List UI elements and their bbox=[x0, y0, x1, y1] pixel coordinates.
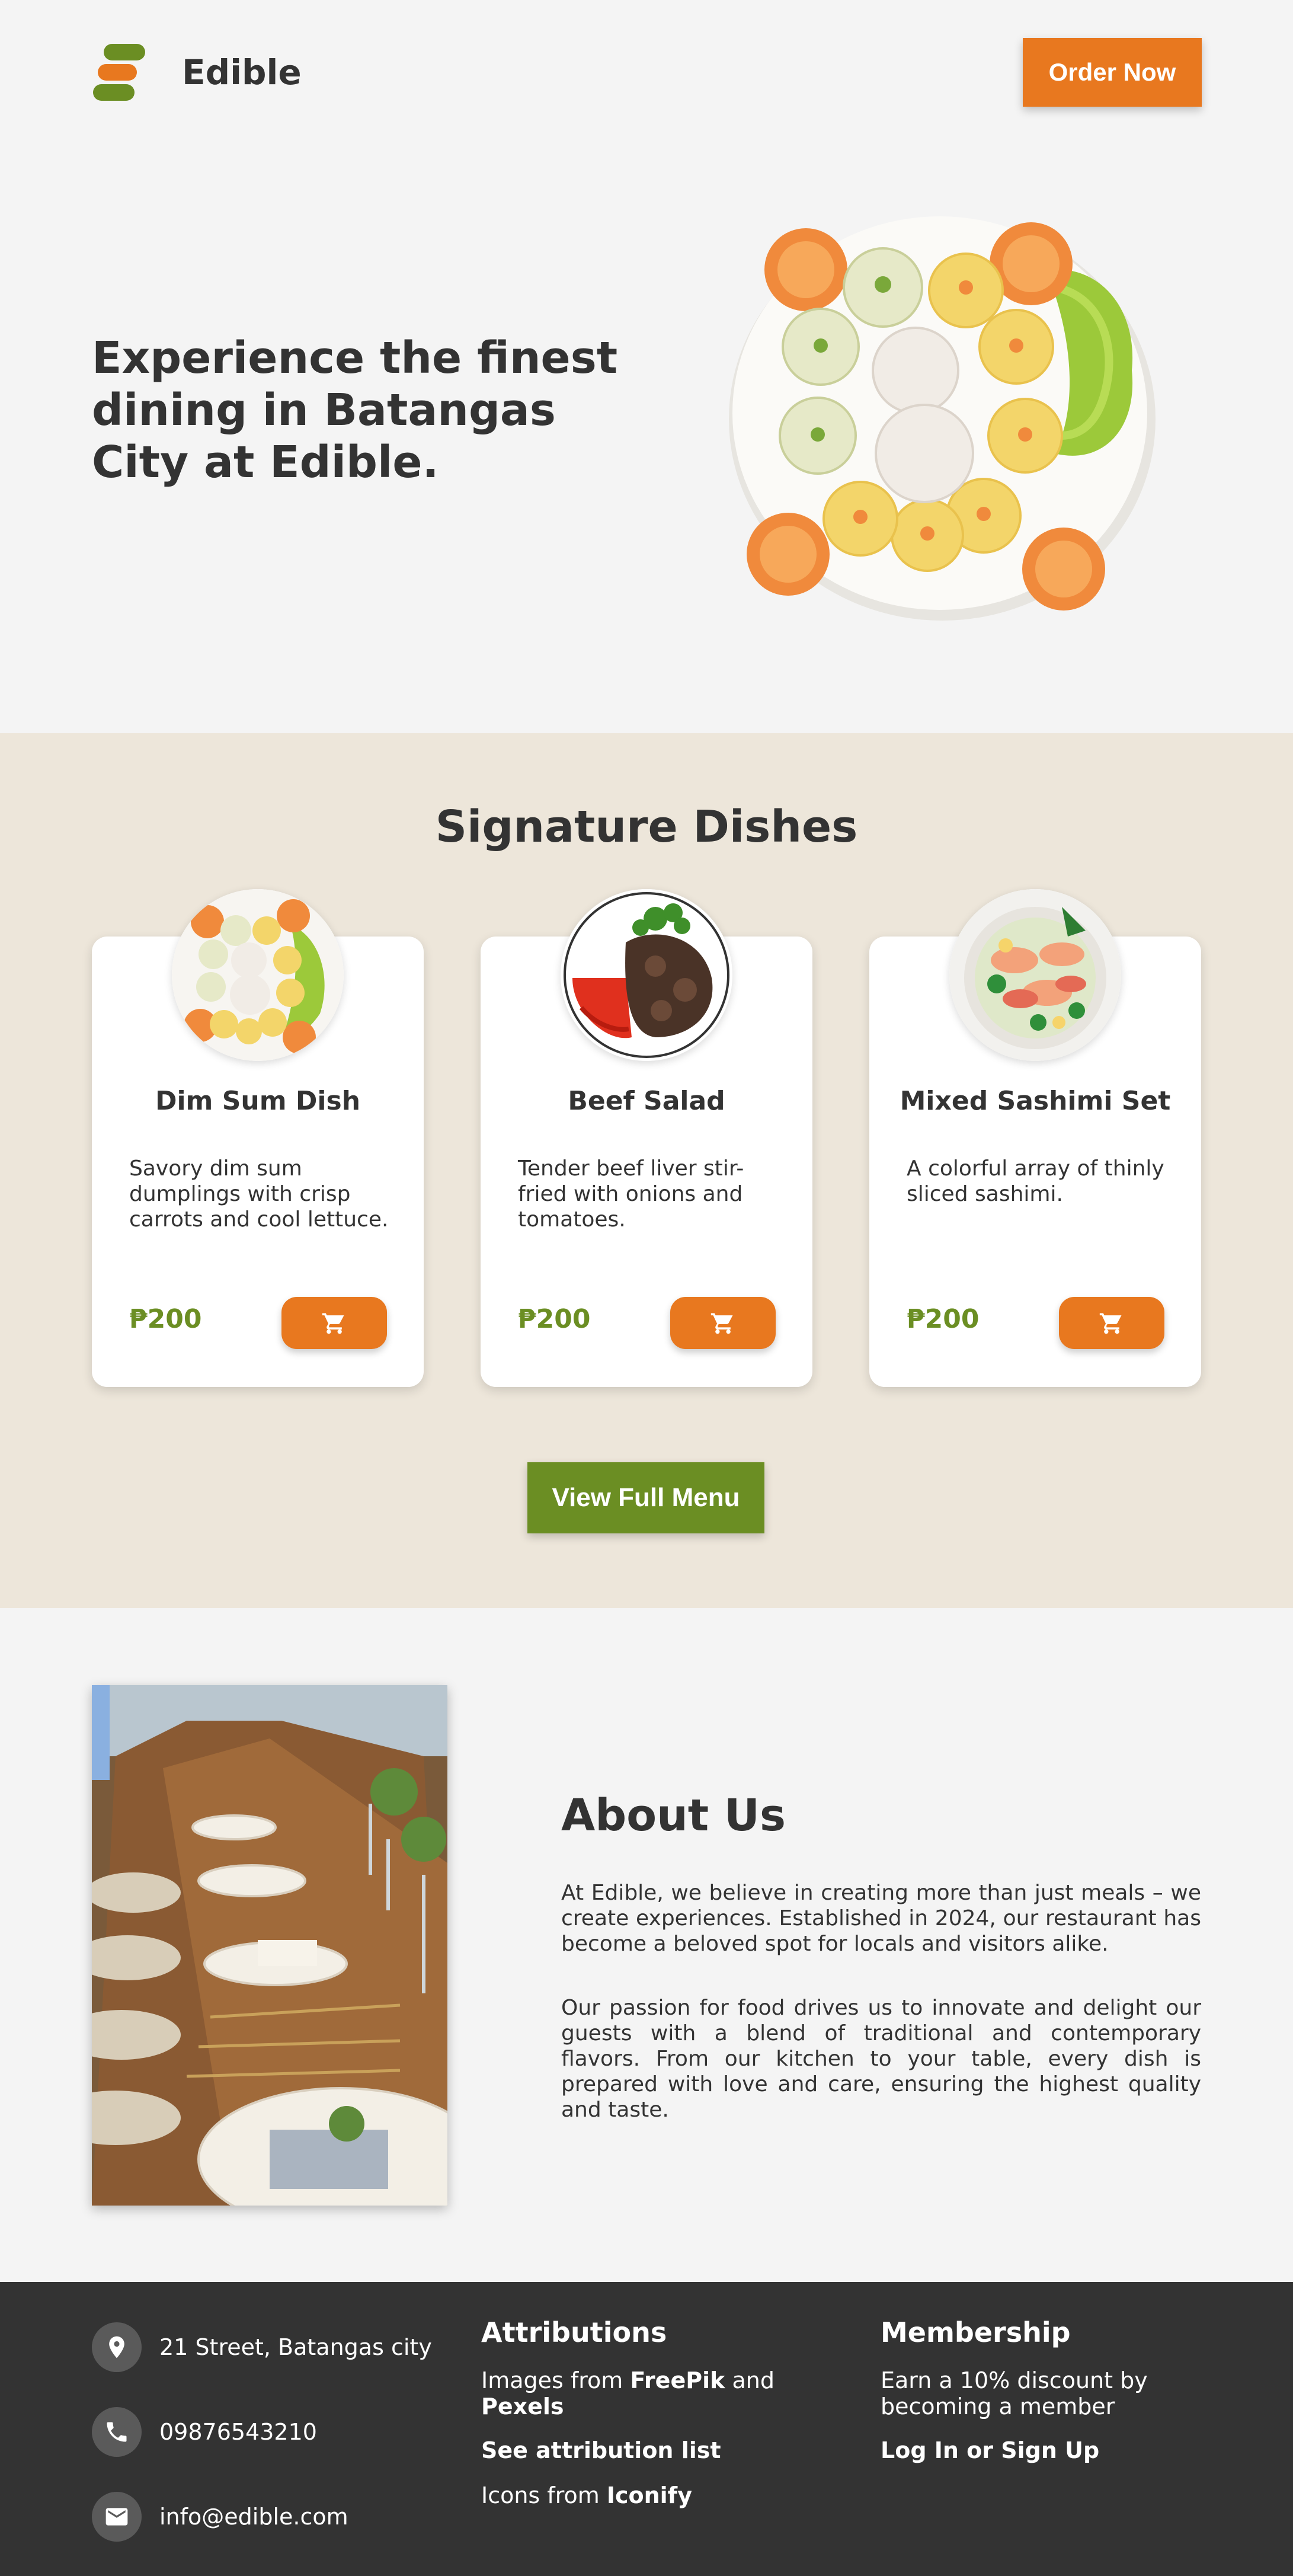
hero-title: Experience the finest dining in Batangas… bbox=[92, 333, 618, 488]
iconify-link[interactable]: Iconify bbox=[607, 2482, 692, 2508]
about-paragraph: At Edible, we believe in creating more t… bbox=[561, 1881, 1201, 1956]
site-header: Edible Order Now bbox=[0, 0, 1293, 142]
contact-address: 21 Street, Batangas city bbox=[92, 2322, 432, 2372]
dish-price: ₱200 bbox=[518, 1304, 591, 1334]
dim-sum-plate-image bbox=[172, 889, 344, 1061]
cart-icon bbox=[710, 1313, 733, 1334]
membership-text: Earn a 10% discount by becoming a member bbox=[881, 2367, 1148, 2420]
hero-dim-sum-image bbox=[729, 216, 1156, 621]
contact-text: 21 Street, Batangas city bbox=[159, 2334, 432, 2360]
dish-description: Tender beef liver stir-fried with onions… bbox=[518, 1156, 744, 1232]
section-title: Signature Dishes bbox=[435, 801, 858, 852]
dining-table-image bbox=[92, 1685, 447, 2206]
freepik-link[interactable]: FreePik bbox=[630, 2367, 725, 2393]
brand-name: Edible bbox=[182, 52, 302, 92]
icon-attribution: Icons from Iconify bbox=[481, 2482, 692, 2508]
contact-text: 09876543210 bbox=[159, 2419, 317, 2445]
sashimi-bowl-image bbox=[949, 889, 1121, 1061]
attribution-list-link[interactable]: See attribution list bbox=[481, 2437, 721, 2463]
location-pin-icon bbox=[92, 2322, 142, 2372]
about-paragraph: Our passion for food drives us to innova… bbox=[561, 1996, 1201, 2122]
dish-description: A colorful array of thinly sliced sashim… bbox=[907, 1156, 1164, 1206]
image-attribution: Images from FreePik and Pexels bbox=[481, 2367, 774, 2420]
contact-email[interactable]: info@edible.com bbox=[92, 2492, 348, 2542]
login-signup-link[interactable]: Log In or Sign Up bbox=[881, 2437, 1099, 2463]
pexels-link[interactable]: Pexels bbox=[481, 2393, 564, 2420]
contact-text: info@edible.com bbox=[159, 2504, 348, 2530]
add-to-cart-button[interactable] bbox=[1059, 1297, 1164, 1349]
attributions-heading: Attributions bbox=[481, 2316, 667, 2348]
beef-salad-plate-image bbox=[561, 889, 732, 1061]
dish-description: Savory dim sum dumplings with crisp carr… bbox=[129, 1156, 389, 1232]
cart-icon bbox=[322, 1313, 344, 1334]
membership-heading: Membership bbox=[881, 2316, 1071, 2348]
cart-icon bbox=[1099, 1313, 1122, 1334]
email-icon bbox=[92, 2492, 142, 2542]
contact-phone[interactable]: 09876543210 bbox=[92, 2407, 317, 2457]
about-title: About Us bbox=[561, 1790, 786, 1841]
logo-icon bbox=[92, 43, 146, 102]
brand-logo[interactable]: Edible bbox=[92, 43, 302, 102]
add-to-cart-button[interactable] bbox=[670, 1297, 776, 1349]
dish-price: ₱200 bbox=[129, 1304, 202, 1334]
phone-icon bbox=[92, 2407, 142, 2457]
dish-name: Dim Sum Dish bbox=[155, 1086, 361, 1116]
view-full-menu-button[interactable]: View Full Menu bbox=[527, 1462, 764, 1533]
dish-price: ₱200 bbox=[907, 1304, 980, 1334]
add-to-cart-button[interactable] bbox=[281, 1297, 387, 1349]
dish-name: Beef Salad bbox=[568, 1086, 725, 1116]
order-now-button[interactable]: Order Now bbox=[1023, 38, 1202, 107]
dish-name: Mixed Sashimi Set bbox=[900, 1086, 1171, 1116]
site-footer: 21 Street, Batangas city 09876543210 inf… bbox=[0, 2282, 1293, 2576]
